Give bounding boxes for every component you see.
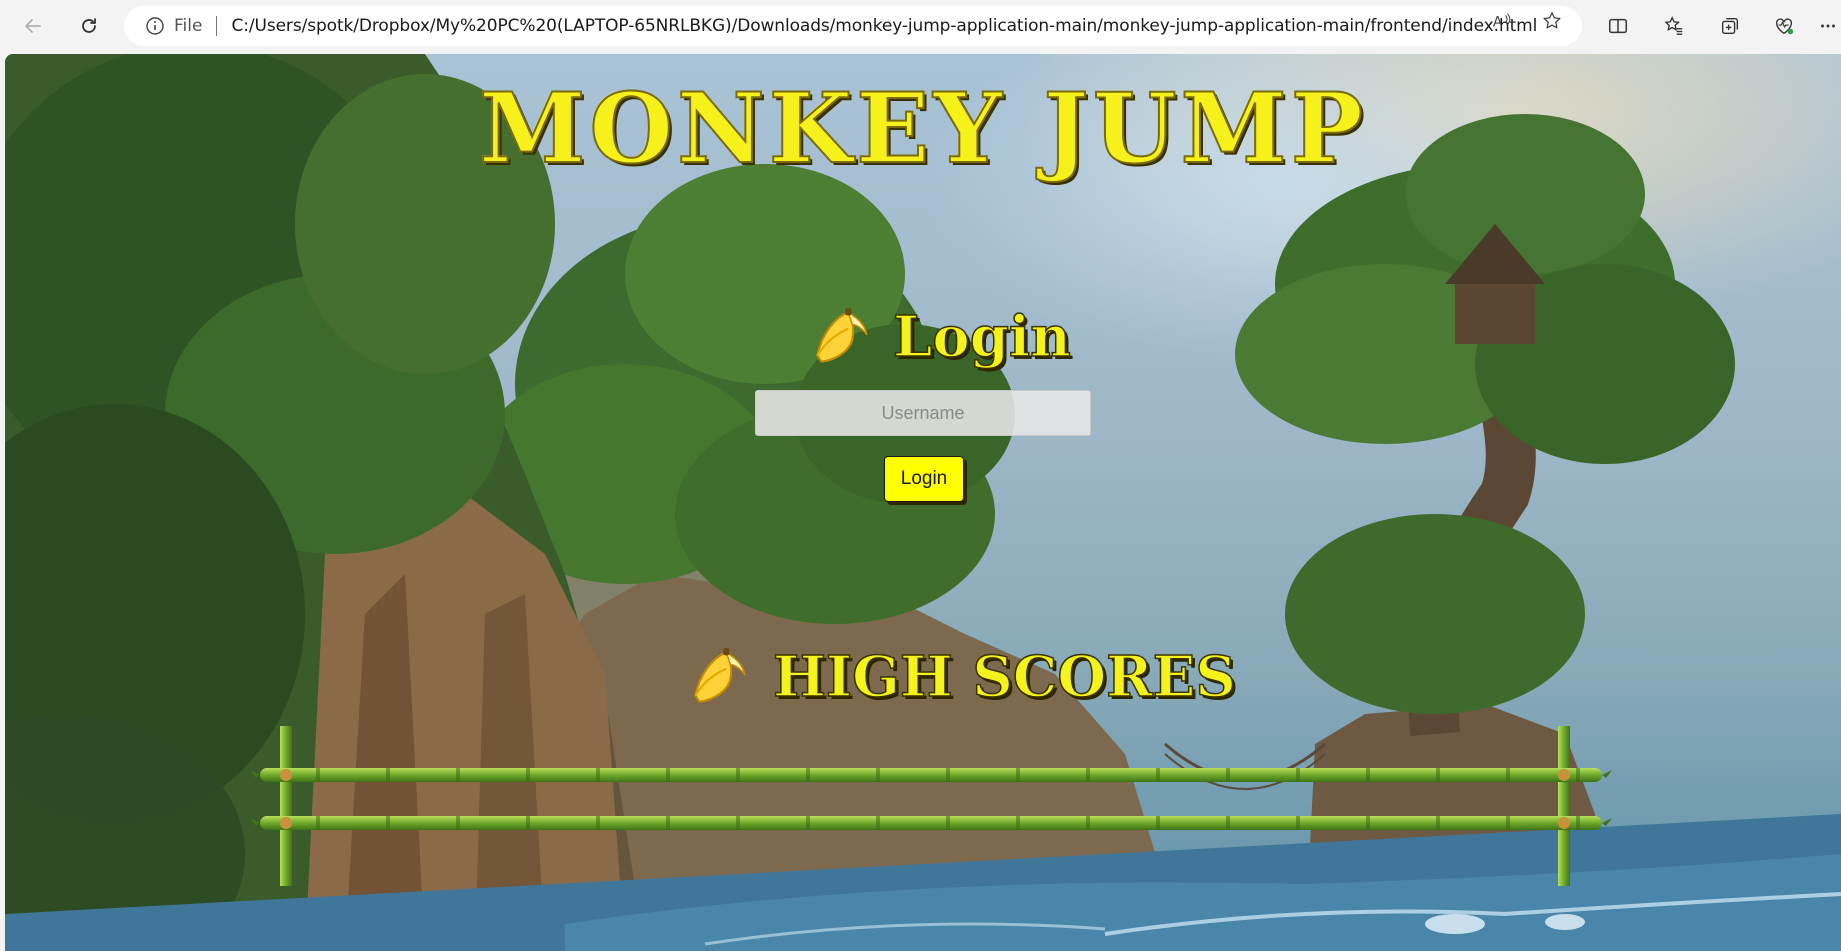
username-input[interactable] bbox=[755, 390, 1091, 436]
more-button[interactable] bbox=[1818, 12, 1838, 40]
split-screen-icon bbox=[1609, 18, 1627, 34]
browser-toolbar: File C:/Users/spotk/Dropbox/My%20PC%20(L… bbox=[0, 0, 1841, 54]
url-text[interactable]: C:/Users/spotk/Dropbox/My%20PC%20(LAPTOP… bbox=[231, 16, 1537, 36]
banana-icon bbox=[694, 648, 746, 703]
banana-icon bbox=[816, 308, 868, 363]
login-heading: Login bbox=[807, 303, 1072, 371]
collections-icon bbox=[1721, 17, 1739, 35]
browser-essentials-button[interactable] bbox=[1770, 12, 1798, 40]
back-button[interactable] bbox=[16, 9, 50, 43]
favorites-icon bbox=[1664, 16, 1683, 35]
bamboo-post-right bbox=[1558, 726, 1570, 886]
login-button[interactable]: Login bbox=[884, 456, 964, 502]
svg-text:A: A bbox=[1493, 15, 1503, 31]
favorites-button[interactable] bbox=[1660, 12, 1688, 40]
refresh-icon bbox=[82, 18, 96, 33]
browser-essentials-icon bbox=[1775, 18, 1794, 35]
read-aloud-icon[interactable]: A bbox=[1490, 9, 1514, 33]
page-viewport: MONKEY JUMP Login Login HIGH SCORES bbox=[5, 54, 1841, 951]
refresh-button[interactable] bbox=[72, 9, 106, 43]
favorite-star-icon[interactable] bbox=[1540, 9, 1564, 33]
split-screen-button[interactable] bbox=[1604, 12, 1632, 40]
back-icon bbox=[25, 19, 41, 33]
high-scores-bamboo-frame bbox=[250, 726, 1612, 886]
address-bar[interactable]: File C:/Users/spotk/Dropbox/My%20PC%20(L… bbox=[124, 6, 1582, 46]
info-icon[interactable] bbox=[144, 15, 166, 37]
high-scores-heading-text: HIGH SCORES bbox=[772, 643, 1236, 711]
high-scores-heading: HIGH SCORES bbox=[685, 643, 1237, 711]
game-title: MONKEY JUMP bbox=[478, 71, 1367, 186]
more-icon bbox=[1821, 24, 1835, 28]
bamboo-post-left bbox=[280, 726, 292, 886]
file-label: File bbox=[174, 16, 203, 36]
address-separator bbox=[216, 16, 218, 36]
login-heading-text: Login bbox=[892, 303, 1071, 371]
collections-button[interactable] bbox=[1716, 12, 1744, 40]
